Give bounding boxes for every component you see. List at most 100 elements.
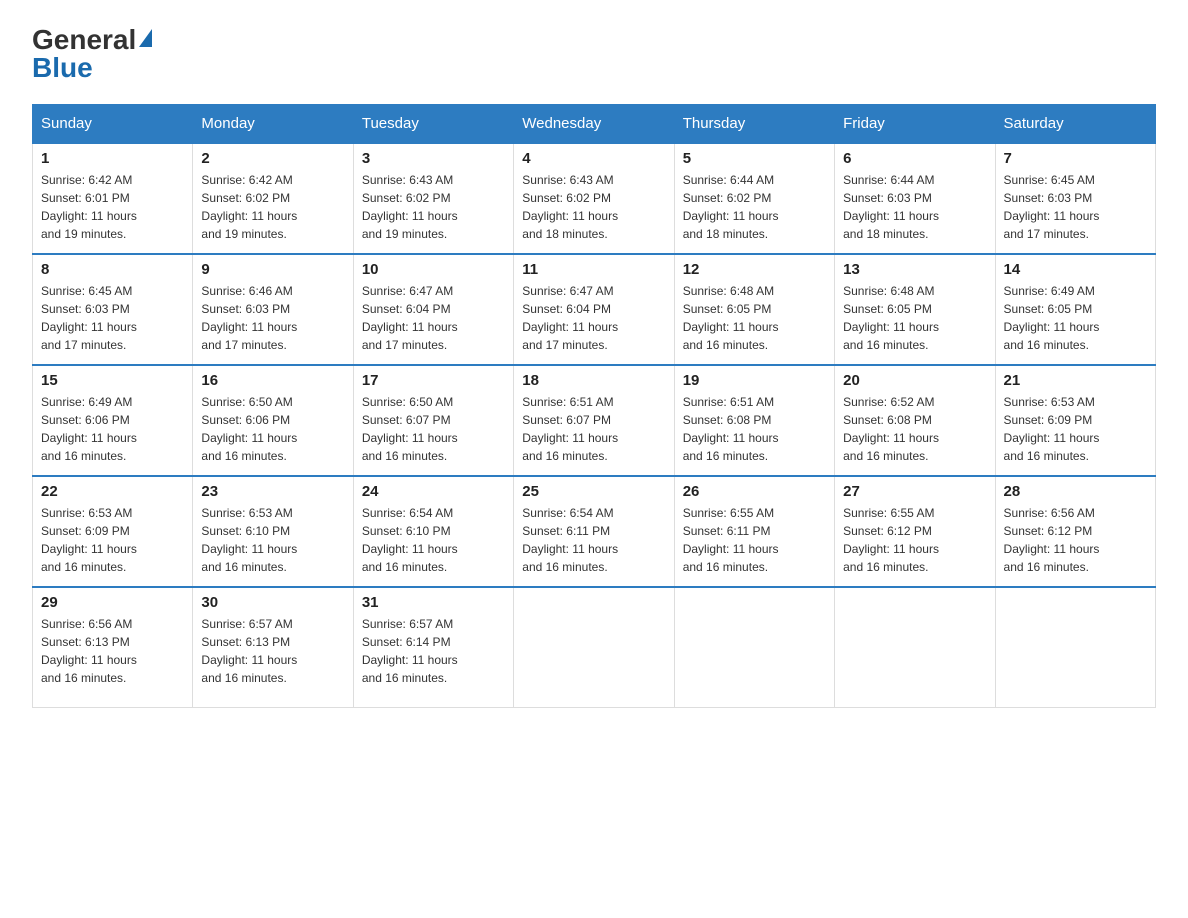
calendar-table: SundayMondayTuesdayWednesdayThursdayFrid…	[32, 104, 1156, 708]
header-cell-friday: Friday	[835, 105, 995, 144]
day-detail-7: Sunrise: 6:45 AMSunset: 6:03 PMDaylight:…	[1004, 171, 1147, 243]
day-number-12: 12	[683, 261, 826, 278]
day-cell-5: 5 Sunrise: 6:44 AMSunset: 6:02 PMDaylight…	[674, 143, 834, 254]
day-cell-6: 6 Sunrise: 6:44 AMSunset: 6:03 PMDaylight…	[835, 143, 995, 254]
day-cell-3: 3 Sunrise: 6:43 AMSunset: 6:02 PMDaylight…	[353, 143, 513, 254]
day-detail-14: Sunrise: 6:49 AMSunset: 6:05 PMDaylight:…	[1004, 282, 1147, 354]
week-row-3: 15Sunrise: 6:49 AMSunset: 6:06 PMDayligh…	[33, 365, 1156, 476]
day-cell-17: 17 Sunrise: 6:50 AMSunset: 6:07 PMDayligh…	[353, 365, 513, 476]
day-number-27: 27	[843, 483, 986, 500]
day-detail-23: Sunrise: 6:53 AMSunset: 6:10 PMDaylight:…	[201, 504, 344, 576]
day-detail-5: Sunrise: 6:44 AMSunset: 6:02 PMDaylight:…	[683, 171, 826, 243]
day-cell-20: 20 Sunrise: 6:52 AMSunset: 6:08 PMDayligh…	[835, 365, 995, 476]
day-number-22: 22	[41, 483, 184, 500]
day-cell-16: 16Sunrise: 6:50 AMSunset: 6:06 PMDayligh…	[193, 365, 353, 476]
day-cell-14: 14Sunrise: 6:49 AMSunset: 6:05 PMDayligh…	[995, 254, 1155, 365]
day-detail-31: Sunrise: 6:57 AMSunset: 6:14 PMDaylight:…	[362, 615, 505, 687]
day-number-30: 30	[201, 594, 344, 611]
day-cell-29: 29 Sunrise: 6:56 AMSunset: 6:13 PMDayligh…	[33, 587, 193, 707]
day-cell-2: 2 Sunrise: 6:42 AMSunset: 6:02 PMDaylight…	[193, 143, 353, 254]
logo: General Blue	[32, 24, 152, 84]
week-row-1: 1 Sunrise: 6:42 AMSunset: 6:01 PMDaylight…	[33, 143, 1156, 254]
day-number-2: 2	[201, 150, 344, 167]
logo-blue-text: Blue	[32, 52, 93, 84]
day-cell-11: 11 Sunrise: 6:47 AMSunset: 6:04 PMDayligh…	[514, 254, 674, 365]
week-row-5: 29 Sunrise: 6:56 AMSunset: 6:13 PMDayligh…	[33, 587, 1156, 707]
day-number-3: 3	[362, 150, 505, 167]
day-number-10: 10	[362, 261, 505, 278]
day-number-21: 21	[1004, 372, 1147, 389]
day-detail-22: Sunrise: 6:53 AMSunset: 6:09 PMDaylight:…	[41, 504, 184, 576]
day-number-4: 4	[522, 150, 665, 167]
day-number-7: 7	[1004, 150, 1147, 167]
day-detail-10: Sunrise: 6:47 AMSunset: 6:04 PMDaylight:…	[362, 282, 505, 354]
day-cell-12: 12 Sunrise: 6:48 AMSunset: 6:05 PMDayligh…	[674, 254, 834, 365]
day-cell-27: 27 Sunrise: 6:55 AMSunset: 6:12 PMDayligh…	[835, 476, 995, 587]
day-cell-25: 25 Sunrise: 6:54 AMSunset: 6:11 PMDayligh…	[514, 476, 674, 587]
day-detail-20: Sunrise: 6:52 AMSunset: 6:08 PMDaylight:…	[843, 393, 986, 465]
day-cell-10: 10 Sunrise: 6:47 AMSunset: 6:04 PMDayligh…	[353, 254, 513, 365]
calendar-body: 1 Sunrise: 6:42 AMSunset: 6:01 PMDaylight…	[33, 143, 1156, 707]
header-cell-monday: Monday	[193, 105, 353, 144]
week-row-2: 8Sunrise: 6:45 AMSunset: 6:03 PMDaylight…	[33, 254, 1156, 365]
header-cell-wednesday: Wednesday	[514, 105, 674, 144]
day-detail-12: Sunrise: 6:48 AMSunset: 6:05 PMDaylight:…	[683, 282, 826, 354]
day-cell-23: 23 Sunrise: 6:53 AMSunset: 6:10 PMDayligh…	[193, 476, 353, 587]
day-detail-3: Sunrise: 6:43 AMSunset: 6:02 PMDaylight:…	[362, 171, 505, 243]
day-detail-19: Sunrise: 6:51 AMSunset: 6:08 PMDaylight:…	[683, 393, 826, 465]
day-detail-29: Sunrise: 6:56 AMSunset: 6:13 PMDaylight:…	[41, 615, 184, 687]
day-number-1: 1	[41, 150, 184, 167]
header-cell-tuesday: Tuesday	[353, 105, 513, 144]
day-number-28: 28	[1004, 483, 1147, 500]
day-detail-27: Sunrise: 6:55 AMSunset: 6:12 PMDaylight:…	[843, 504, 986, 576]
day-detail-26: Sunrise: 6:55 AMSunset: 6:11 PMDaylight:…	[683, 504, 826, 576]
day-detail-15: Sunrise: 6:49 AMSunset: 6:06 PMDaylight:…	[41, 393, 184, 465]
day-number-31: 31	[362, 594, 505, 611]
day-number-23: 23	[201, 483, 344, 500]
day-detail-21: Sunrise: 6:53 AMSunset: 6:09 PMDaylight:…	[1004, 393, 1147, 465]
day-number-19: 19	[683, 372, 826, 389]
day-number-8: 8	[41, 261, 184, 278]
day-detail-28: Sunrise: 6:56 AMSunset: 6:12 PMDaylight:…	[1004, 504, 1147, 576]
day-cell-19: 19 Sunrise: 6:51 AMSunset: 6:08 PMDayligh…	[674, 365, 834, 476]
day-number-11: 11	[522, 261, 665, 278]
day-detail-18: Sunrise: 6:51 AMSunset: 6:07 PMDaylight:…	[522, 393, 665, 465]
day-cell-1: 1 Sunrise: 6:42 AMSunset: 6:01 PMDaylight…	[33, 143, 193, 254]
day-cell-9: 9 Sunrise: 6:46 AMSunset: 6:03 PMDaylight…	[193, 254, 353, 365]
empty-cell	[995, 587, 1155, 707]
header-cell-sunday: Sunday	[33, 105, 193, 144]
day-number-5: 5	[683, 150, 826, 167]
day-cell-13: 13Sunrise: 6:48 AMSunset: 6:05 PMDayligh…	[835, 254, 995, 365]
week-row-4: 22 Sunrise: 6:53 AMSunset: 6:09 PMDayligh…	[33, 476, 1156, 587]
empty-cell	[835, 587, 995, 707]
empty-cell	[514, 587, 674, 707]
day-number-17: 17	[362, 372, 505, 389]
day-cell-8: 8Sunrise: 6:45 AMSunset: 6:03 PMDaylight…	[33, 254, 193, 365]
day-cell-28: 28 Sunrise: 6:56 AMSunset: 6:12 PMDayligh…	[995, 476, 1155, 587]
day-number-29: 29	[41, 594, 184, 611]
day-detail-11: Sunrise: 6:47 AMSunset: 6:04 PMDaylight:…	[522, 282, 665, 354]
day-cell-31: 31 Sunrise: 6:57 AMSunset: 6:14 PMDayligh…	[353, 587, 513, 707]
day-detail-9: Sunrise: 6:46 AMSunset: 6:03 PMDaylight:…	[201, 282, 344, 354]
empty-cell	[674, 587, 834, 707]
calendar-header: SundayMondayTuesdayWednesdayThursdayFrid…	[33, 105, 1156, 144]
day-detail-17: Sunrise: 6:50 AMSunset: 6:07 PMDaylight:…	[362, 393, 505, 465]
day-detail-4: Sunrise: 6:43 AMSunset: 6:02 PMDaylight:…	[522, 171, 665, 243]
day-number-6: 6	[843, 150, 986, 167]
page-header: General Blue	[32, 24, 1156, 84]
day-number-9: 9	[201, 261, 344, 278]
day-cell-22: 22 Sunrise: 6:53 AMSunset: 6:09 PMDayligh…	[33, 476, 193, 587]
day-cell-30: 30 Sunrise: 6:57 AMSunset: 6:13 PMDayligh…	[193, 587, 353, 707]
day-detail-25: Sunrise: 6:54 AMSunset: 6:11 PMDaylight:…	[522, 504, 665, 576]
day-number-25: 25	[522, 483, 665, 500]
day-detail-2: Sunrise: 6:42 AMSunset: 6:02 PMDaylight:…	[201, 171, 344, 243]
day-number-20: 20	[843, 372, 986, 389]
day-detail-6: Sunrise: 6:44 AMSunset: 6:03 PMDaylight:…	[843, 171, 986, 243]
day-cell-26: 26Sunrise: 6:55 AMSunset: 6:11 PMDayligh…	[674, 476, 834, 587]
logo-triangle-icon	[139, 29, 152, 47]
day-number-16: 16	[201, 372, 344, 389]
day-detail-1: Sunrise: 6:42 AMSunset: 6:01 PMDaylight:…	[41, 171, 184, 243]
header-cell-saturday: Saturday	[995, 105, 1155, 144]
header-cell-thursday: Thursday	[674, 105, 834, 144]
day-detail-30: Sunrise: 6:57 AMSunset: 6:13 PMDaylight:…	[201, 615, 344, 687]
